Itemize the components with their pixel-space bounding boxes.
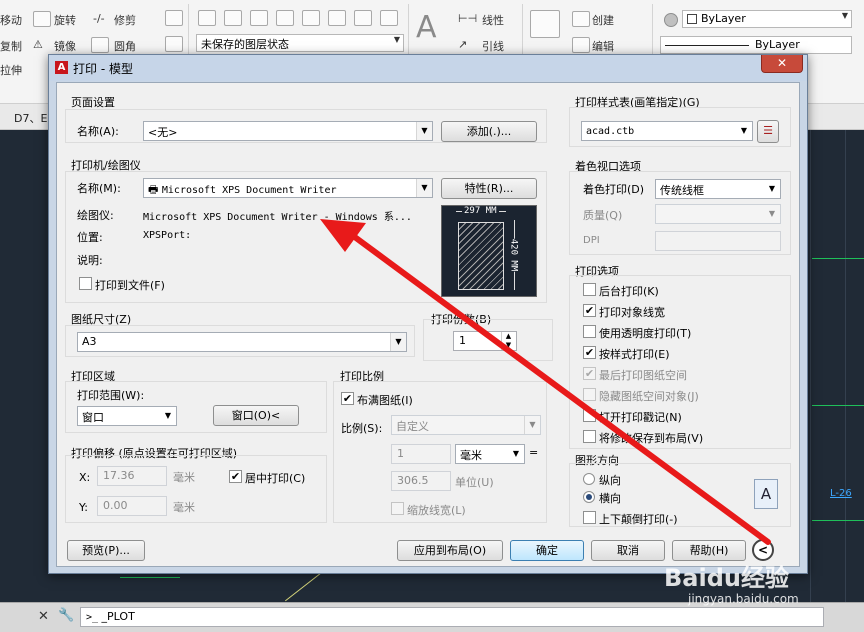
annotation-arrow-line <box>349 232 771 545</box>
annotation-arrow-layer <box>320 219 771 545</box>
baidu-watermark: Baidu经验 <box>664 564 789 592</box>
annotation-arrowhead <box>320 219 366 252</box>
baidu-watermark-url: jingyan.baidu.com <box>688 592 799 606</box>
